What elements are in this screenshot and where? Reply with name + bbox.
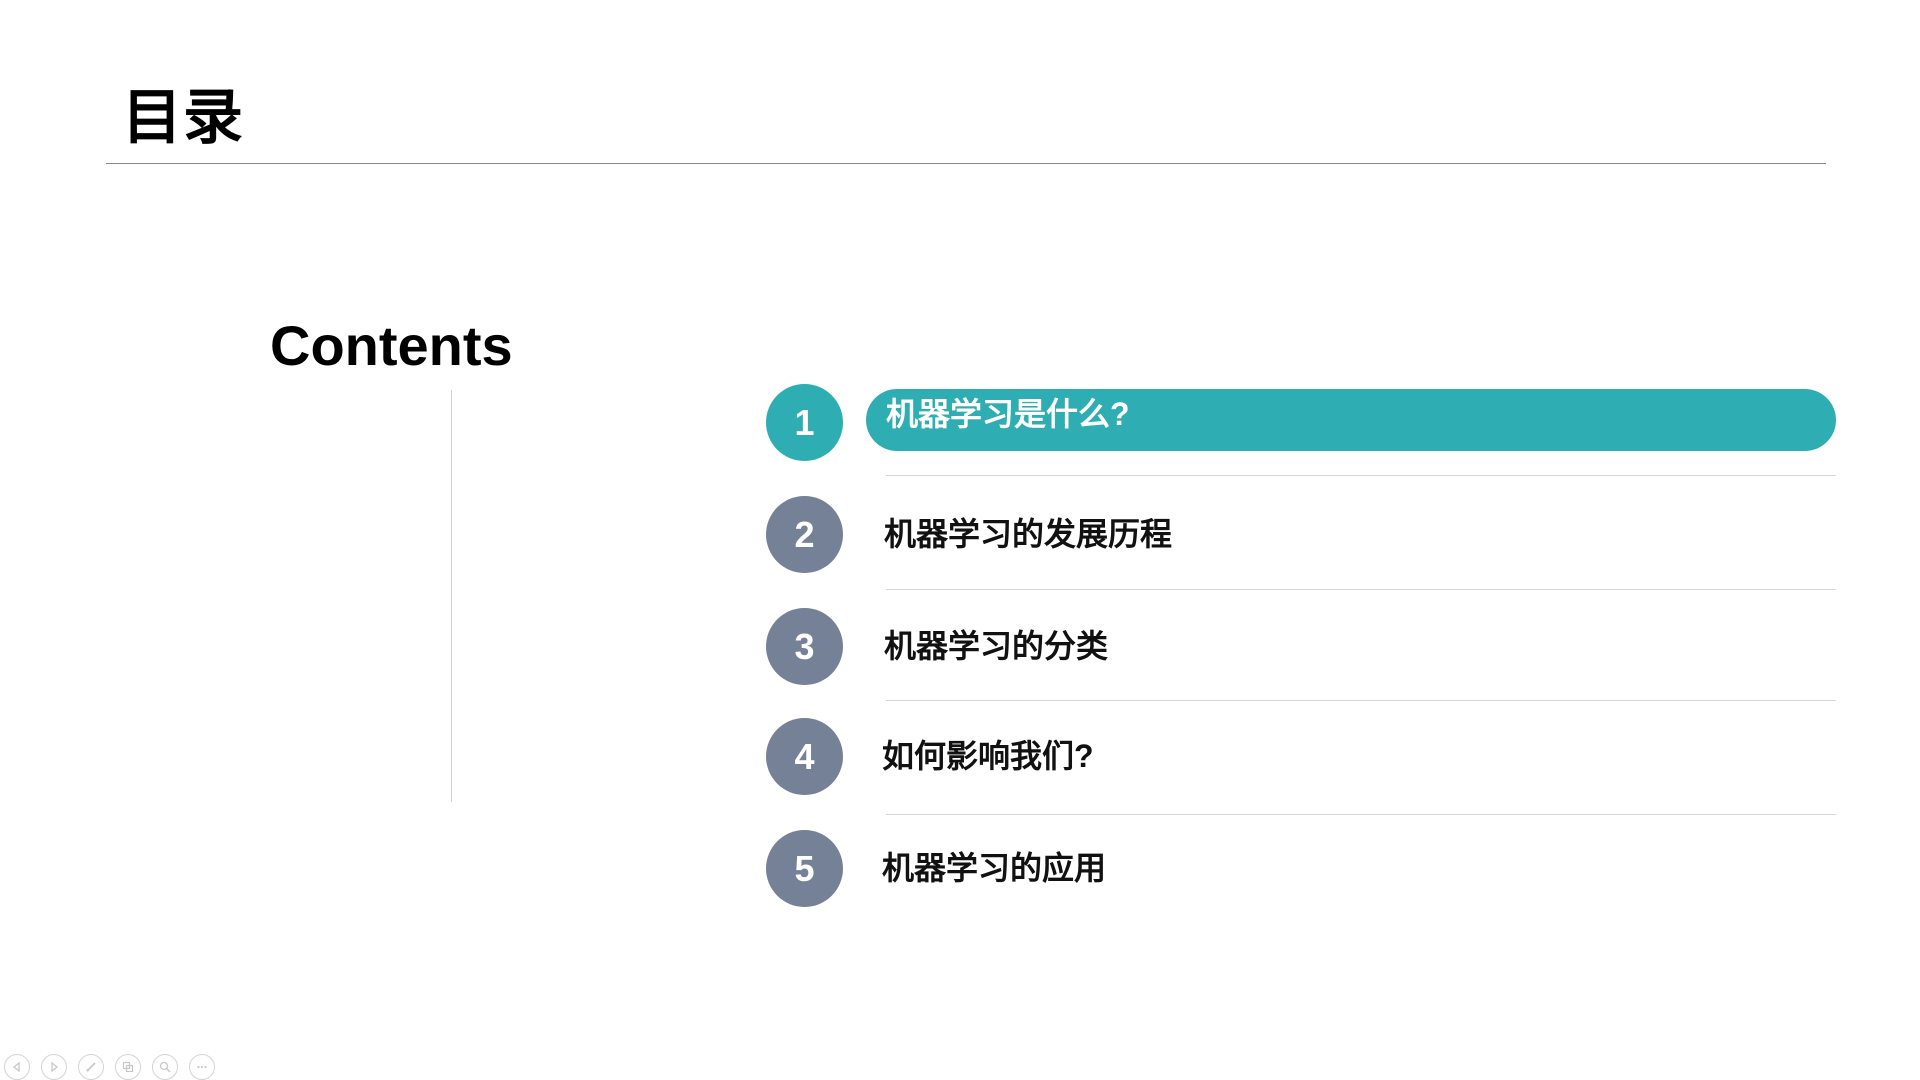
previous-slide-button[interactable] bbox=[4, 1054, 30, 1080]
more-icon bbox=[197, 1065, 207, 1069]
vertical-divider bbox=[451, 390, 452, 802]
arrow-right-icon bbox=[51, 1061, 59, 1073]
slideshow-toolbar bbox=[4, 1054, 215, 1080]
item-divider bbox=[886, 475, 1836, 476]
magnifier-icon bbox=[159, 1061, 171, 1073]
title-underline bbox=[106, 163, 1826, 164]
slide: 目录 Contents 1 机器学习是什么? 2 机器学习的发展历程 3 机器学… bbox=[0, 0, 1920, 1080]
agenda-item-2[interactable]: 2 机器学习的发展历程 bbox=[766, 494, 1836, 574]
active-item-highlight: 机器学习是什么? bbox=[866, 389, 1836, 451]
item-divider bbox=[886, 700, 1836, 701]
item-divider bbox=[886, 589, 1836, 590]
more-options-button[interactable] bbox=[189, 1054, 215, 1080]
agenda-item-5[interactable]: 5 机器学习的应用 bbox=[766, 828, 1836, 908]
see-all-slides-button[interactable] bbox=[115, 1054, 141, 1080]
arrow-left-icon bbox=[12, 1061, 20, 1073]
item-number-badge: 5 bbox=[766, 830, 843, 907]
item-number-badge: 4 bbox=[766, 718, 843, 795]
pen-icon bbox=[86, 1062, 96, 1072]
agenda-item-label: 机器学习是什么? bbox=[886, 396, 1130, 432]
agenda-item-4[interactable]: 4 如何影响我们? bbox=[766, 716, 1836, 796]
agenda-item-label: 如何影响我们? bbox=[882, 738, 1094, 774]
agenda-item-1[interactable]: 1 机器学习是什么? bbox=[766, 382, 1836, 462]
agenda-item-label: 机器学习的发展历程 bbox=[884, 516, 1173, 552]
agenda-item-label: 机器学习的分类 bbox=[884, 628, 1109, 664]
agenda-item-label: 机器学习的应用 bbox=[882, 850, 1107, 886]
contents-heading: Contents bbox=[270, 314, 513, 377]
item-number-badge: 3 bbox=[766, 608, 843, 685]
next-slide-button[interactable] bbox=[41, 1054, 67, 1080]
agenda-item-3[interactable]: 3 机器学习的分类 bbox=[766, 606, 1836, 686]
item-number-badge: 2 bbox=[766, 496, 843, 573]
item-divider bbox=[886, 814, 1836, 815]
pen-button[interactable] bbox=[78, 1054, 104, 1080]
zoom-button[interactable] bbox=[152, 1054, 178, 1080]
item-number-badge: 1 bbox=[766, 384, 843, 461]
slide-title: 目录 bbox=[122, 84, 244, 151]
slides-icon bbox=[122, 1061, 134, 1073]
